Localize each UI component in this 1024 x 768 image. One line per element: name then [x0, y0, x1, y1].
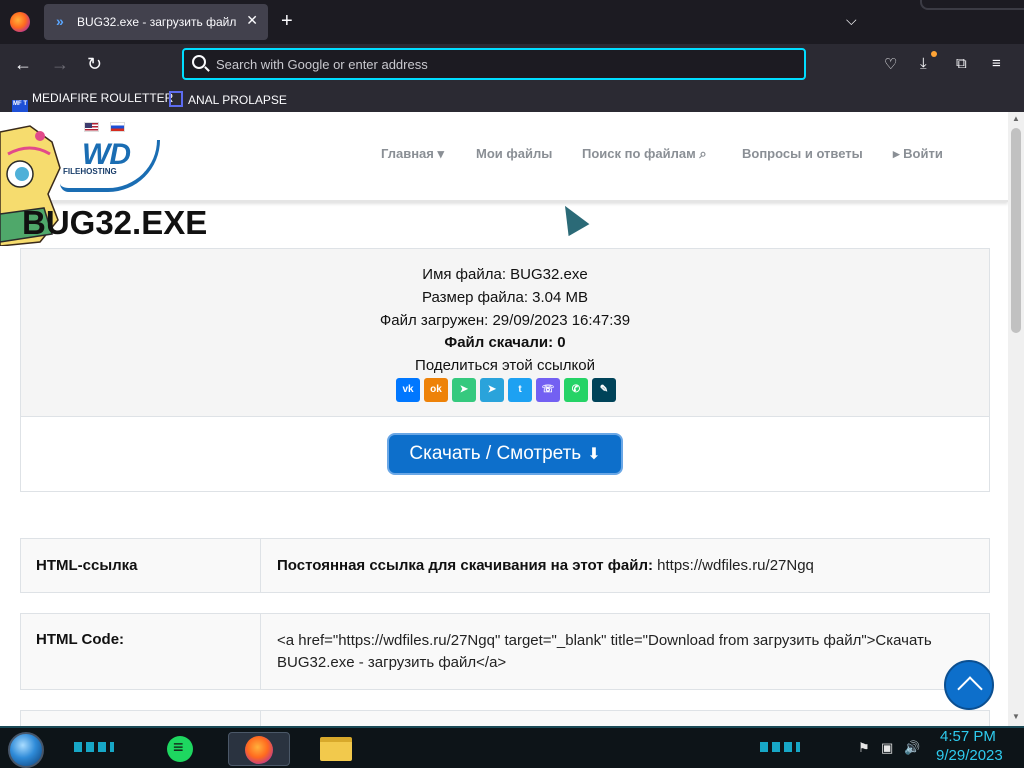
file-name-line: Имя файла: BUG32.exe: [422, 266, 588, 283]
html-link-value[interactable]: Постоянная ссылка для скачивания на этот…: [277, 555, 977, 577]
html-link-url: https://wdfiles.ru/27Ngq: [652, 557, 814, 574]
flag-ru-icon[interactable]: [110, 122, 125, 132]
start-button[interactable]: [8, 732, 44, 768]
taskbar-file-explorer-app[interactable]: [304, 732, 366, 766]
html-code-label: HTML Code:: [21, 614, 261, 689]
tray-volume-icon[interactable]: 🔊: [904, 740, 920, 756]
window-decoration: [920, 0, 1024, 10]
twitter-icon[interactable]: t: [508, 378, 532, 402]
taskbar-notes-app[interactable]: [148, 732, 210, 766]
file-downloads-line: Файл скачали: 0: [21, 334, 989, 351]
tab-favicon-icon: »: [56, 13, 64, 29]
download-arrow-icon: ⬇: [587, 446, 601, 463]
telegram-icon[interactable]: ➤: [480, 378, 504, 402]
downloads-icon[interactable]: ⤓: [920, 55, 927, 72]
odnoklassniki-icon[interactable]: ok: [424, 378, 448, 402]
navigation-toolbar: ← → ↻ Search with Google or enter addres…: [0, 44, 1024, 86]
next-row-label: [21, 711, 261, 726]
vk-icon[interactable]: vk: [396, 378, 420, 402]
html-link-row: HTML-ссылка Постоянная ссылка для скачив…: [20, 538, 990, 593]
livejournal-icon[interactable]: ✎: [592, 378, 616, 402]
download-button[interactable]: Скачать / Смотреть ⬇: [387, 433, 623, 475]
page-title: BUG32.EXE: [22, 204, 208, 241]
firefox-logo-icon: [10, 12, 30, 32]
bookmark-sigma-icon: [169, 91, 183, 107]
downloads-count: Файл скачали: 0: [444, 334, 566, 351]
html-code-value[interactable]: <a href="https://wdfiles.ru/27Ngq" targe…: [277, 630, 977, 674]
scroll-down-icon[interactable]: ▼: [1012, 712, 1020, 721]
new-tab-button[interactable]: +: [281, 11, 293, 31]
forward-button[interactable]: →: [51, 53, 69, 75]
taskbar-firefox-app[interactable]: [228, 732, 290, 766]
list-all-tabs-button[interactable]: ⌵: [846, 12, 857, 29]
scroll-thumb[interactable]: [1011, 128, 1021, 333]
site-header: WD FILEHOSTING Главная ▾ Мои файлы Поиск…: [0, 112, 1008, 202]
cursor-decoration: [554, 199, 590, 237]
firefox-icon: [245, 736, 273, 764]
extensions-icon[interactable]: ⧉: [956, 55, 967, 72]
tab-title: BUG32.exe - загрузить файл: [77, 15, 237, 29]
viber-icon[interactable]: ☏: [536, 378, 560, 402]
html-code-row: HTML Code: <a href="https://wdfiles.ru/2…: [20, 613, 990, 690]
taskbar-decoration: [760, 742, 800, 752]
reload-button[interactable]: ↻: [87, 53, 102, 75]
notes-app-icon: [167, 736, 193, 762]
page-scrollbar[interactable]: ▲ ▼: [1008, 112, 1024, 726]
html-link-label: HTML-ссылка: [21, 539, 261, 592]
menu-file-search[interactable]: Поиск по файлам ⌕: [582, 146, 707, 162]
folder-icon: [320, 737, 352, 761]
send-mail-icon[interactable]: ➤: [452, 378, 476, 402]
scroll-to-top-button[interactable]: [944, 660, 994, 710]
menu-icon[interactable]: ≡: [992, 55, 1001, 72]
clock-date[interactable]: 9/29/2023: [936, 747, 1003, 764]
file-info-panel: Имя файла: BUG32.exe Размер файла: 3.04 …: [20, 248, 990, 492]
clock-time[interactable]: 4:57 PM: [940, 728, 996, 745]
bookmark-anal-prolapse[interactable]: ANAL PROLAPSE: [169, 91, 287, 107]
back-button[interactable]: ←: [14, 53, 32, 75]
tray-flag-icon[interactable]: ⚑: [858, 740, 870, 756]
bookmark-label: ANAL PROLAPSE: [188, 93, 287, 107]
tab-bar: » BUG32.exe - загрузить файл ✕ + ⌵: [0, 0, 1024, 44]
site-logo-sub: FILEHOSTING: [63, 167, 117, 176]
whatsapp-icon[interactable]: ✆: [564, 378, 588, 402]
next-row-partial: [20, 710, 990, 726]
web-page: WD FILEHOSTING Главная ▾ Мои файлы Поиск…: [0, 112, 1008, 726]
bookmarks-bar: MF T MEDIAFIRE ROULETTER ANAL PROLAPSE: [0, 86, 1024, 116]
url-placeholder: Search with Google or enter address: [216, 57, 428, 72]
file-size-line: Размер файла: 3.04 MB: [421, 289, 589, 306]
file-info-details: Имя файла: BUG32.exe Размер файла: 3.04 …: [21, 249, 989, 417]
menu-home[interactable]: Главная ▾: [381, 146, 444, 162]
menu-login[interactable]: ▸ Войти: [893, 146, 943, 162]
file-uploaded-line: Файл загружен: 29/09/2023 16:47:39: [379, 312, 631, 329]
search-icon: [192, 55, 206, 69]
menu-faq[interactable]: Вопросы и ответы: [742, 146, 863, 161]
download-attention-dot: [931, 51, 937, 57]
html-link-strong: Постоянная ссылка для скачивания на этот…: [277, 557, 653, 574]
scroll-up-icon[interactable]: ▲: [1012, 114, 1020, 123]
tab-close-icon[interactable]: ✕: [246, 12, 258, 29]
tray-network-icon[interactable]: ▣: [881, 740, 893, 756]
flag-us-icon[interactable]: [84, 122, 99, 132]
pocket-icon[interactable]: ♡: [884, 55, 897, 73]
menu-my-files[interactable]: Мои файлы: [476, 146, 552, 161]
bookmark-label: MEDIAFIRE ROULETTER: [32, 91, 174, 105]
download-button-label: Скачать / Смотреть: [409, 443, 582, 464]
tab-active[interactable]: » BUG32.exe - загрузить файл ✕: [44, 4, 268, 40]
taskbar: ⚑ ▣ 🔊 4:57 PM 9/29/2023: [0, 726, 1024, 768]
url-bar[interactable]: Search with Google or enter address: [182, 48, 806, 80]
taskbar-decoration: [74, 742, 114, 752]
share-label: Поделиться этой ссылкой: [415, 357, 595, 374]
